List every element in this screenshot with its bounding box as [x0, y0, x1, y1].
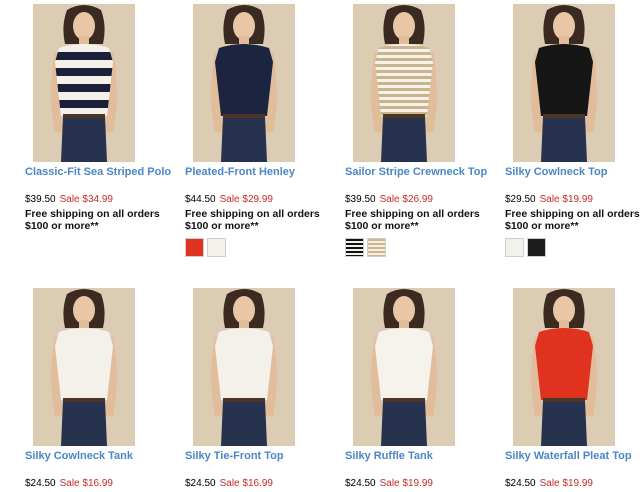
model-photo-illustration [193, 288, 295, 446]
model-photo-illustration [353, 4, 455, 162]
regular-price: $44.50 [185, 194, 216, 205]
model-photo-illustration [193, 4, 295, 162]
price-row: $24.50 Sale $16.99 [185, 478, 273, 490]
product-name-link[interactable]: Pleated-Front Henley [185, 166, 335, 179]
model-photo-illustration [513, 4, 615, 162]
product-name-link[interactable]: Silky Waterfall Pleat Top [505, 450, 640, 463]
product-photo[interactable] [33, 288, 135, 446]
color-swatches [185, 238, 226, 257]
model-photo-illustration [353, 288, 455, 446]
sale-price: Sale $26.99 [379, 194, 433, 205]
model-photo-illustration [513, 288, 615, 446]
swatch-white[interactable] [207, 238, 226, 257]
price-row: $24.50 Sale $19.99 [505, 478, 593, 490]
product-photo[interactable] [193, 288, 295, 446]
sale-price: Sale $29.99 [219, 194, 273, 205]
sale-price: Sale $34.99 [59, 194, 113, 205]
color-swatches [505, 238, 546, 257]
product-photo[interactable] [353, 4, 455, 162]
shipping-note: Free shipping on all orders $100 or more… [505, 208, 640, 232]
shipping-note: Free shipping on all orders $100 or more… [25, 208, 160, 232]
product-photo[interactable] [513, 4, 615, 162]
regular-price: $24.50 [505, 478, 536, 489]
swatch-white[interactable] [505, 238, 524, 257]
price-row: $39.50 Sale $26.99 [345, 194, 433, 206]
regular-price: $39.50 [345, 194, 376, 205]
sale-price: Sale $19.99 [379, 478, 433, 489]
regular-price: $24.50 [345, 478, 376, 489]
price-row: $29.50 Sale $19.99 [505, 194, 593, 206]
product-grid: Classic-Fit Sea Striped Polo $39.50 Sale … [0, 0, 640, 492]
swatch-red[interactable] [185, 238, 204, 257]
regular-price: $39.50 [25, 194, 56, 205]
sale-price: Sale $19.99 [539, 194, 593, 205]
product-photo[interactable] [33, 4, 135, 162]
product-name-link[interactable]: Sailor Stripe Crewneck Top [345, 166, 495, 179]
product-photo[interactable] [353, 288, 455, 446]
swatch-black-stripe[interactable] [345, 238, 364, 257]
color-swatches [345, 238, 386, 257]
sale-price: Sale $19.99 [539, 478, 593, 489]
price-row: $39.50 Sale $34.99 [25, 194, 113, 206]
regular-price: $29.50 [505, 194, 536, 205]
swatch-tan-stripe[interactable] [367, 238, 386, 257]
regular-price: $24.50 [25, 478, 56, 489]
product-photo[interactable] [193, 4, 295, 162]
product-name-link[interactable]: Silky Ruffle Tank [345, 450, 495, 463]
price-row: $24.50 Sale $19.99 [345, 478, 433, 490]
regular-price: $24.50 [185, 478, 216, 489]
product-photo[interactable] [513, 288, 615, 446]
model-photo-illustration [33, 288, 135, 446]
product-name-link[interactable]: Classic-Fit Sea Striped Polo [25, 166, 175, 179]
model-photo-illustration [33, 4, 135, 162]
sale-price: Sale $16.99 [59, 478, 113, 489]
swatch-black[interactable] [527, 238, 546, 257]
price-row: $24.50 Sale $16.99 [25, 478, 113, 490]
product-name-link[interactable]: Silky Cowlneck Tank [25, 450, 175, 463]
product-name-link[interactable]: Silky Cowlneck Top [505, 166, 640, 179]
shipping-note: Free shipping on all orders $100 or more… [185, 208, 320, 232]
product-name-link[interactable]: Silky Tie-Front Top [185, 450, 335, 463]
shipping-note: Free shipping on all orders $100 or more… [345, 208, 480, 232]
sale-price: Sale $16.99 [219, 478, 273, 489]
price-row: $44.50 Sale $29.99 [185, 194, 273, 206]
